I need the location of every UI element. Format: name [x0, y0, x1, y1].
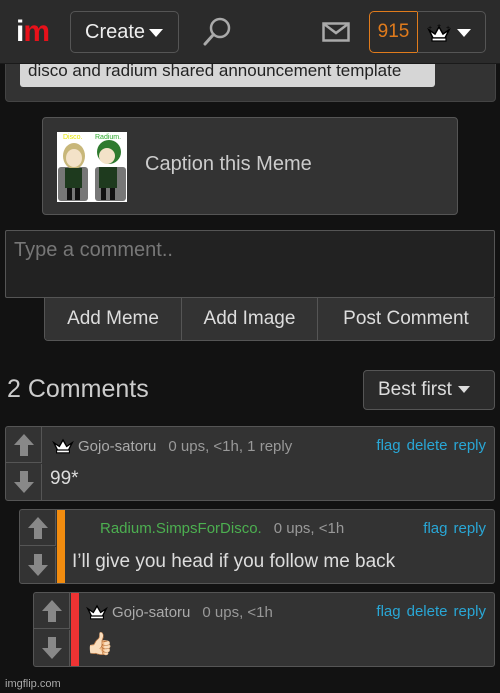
comment-header: Gojo-satoru 0 ups, <1h: [86, 603, 273, 621]
comment-username[interactable]: Gojo-satoru: [112, 604, 190, 621]
flag-link[interactable]: flag: [376, 437, 400, 454]
top-nav: im Create 915 + + +: [0, 0, 500, 64]
comment-username[interactable]: Gojo-satoru: [78, 438, 156, 455]
comment-body: I’ll give you head if you follow me back: [72, 551, 396, 572]
flag-link[interactable]: flag: [423, 520, 447, 537]
delete-link[interactable]: delete: [407, 603, 448, 620]
comment-body: 👍🏻: [86, 631, 114, 656]
comment-input[interactable]: [5, 230, 495, 298]
chevron-down-icon: [149, 28, 164, 37]
user-menu-button[interactable]: + + +: [417, 11, 486, 53]
comment-actions: flag delete reply: [370, 437, 486, 454]
imgflip-watermark: imgflip.com: [5, 678, 61, 690]
thumb-label-disco: Disco.: [63, 134, 83, 141]
create-label: Create: [85, 21, 146, 43]
downvote-button[interactable]: [20, 547, 56, 583]
svg-text:+: +: [446, 25, 450, 32]
arrow-up-icon: [13, 433, 34, 456]
arrow-up-icon: [41, 599, 62, 622]
comment: Gojo-satoru 0 ups, <1h, 1 reply flag delet…: [5, 426, 495, 501]
add-image-button[interactable]: Add Image: [182, 298, 318, 340]
comment-meta: 0 ups, <1h, 1 reply: [168, 438, 293, 455]
svg-text:+: +: [437, 24, 441, 30]
comment-header: Gojo-satoru 0 ups, <1h, 1 reply: [52, 437, 292, 455]
comment: Radium.SimpsForDisco. 0 ups, <1h flag repl…: [19, 509, 495, 584]
flag-link[interactable]: flag: [376, 603, 400, 620]
downvote-button[interactable]: [6, 464, 42, 500]
downvote-button[interactable]: [34, 630, 70, 666]
crown-icon: + + +: [427, 24, 451, 42]
search-icon[interactable]: [202, 16, 232, 48]
arrow-down-icon: [27, 554, 48, 576]
delete-link[interactable]: delete: [407, 437, 448, 454]
imgflip-logo[interactable]: im: [16, 17, 56, 47]
reply-accent-bar: [57, 510, 65, 583]
reply-link[interactable]: reply: [453, 520, 486, 537]
chevron-down-icon: [457, 386, 470, 394]
meme-thumbnail: Disco. Radium.: [57, 132, 127, 202]
comment-meta: 0 ups, <1h: [202, 604, 273, 621]
comment-meta: 0 ups, <1h: [273, 520, 345, 537]
comment-body: 99*: [50, 468, 79, 489]
comment: Gojo-satoru 0 ups, <1h flag delete reply 👍🏻: [33, 592, 495, 667]
sort-label: Best first: [378, 379, 452, 400]
arrow-down-icon: [41, 637, 62, 659]
upvote-button[interactable]: [6, 427, 42, 463]
caption-this-meme-button[interactable]: Disco. Radium. Caption this Meme: [42, 117, 458, 215]
svg-text:+: +: [428, 25, 432, 32]
crown-icon: [52, 438, 74, 454]
sort-dropdown[interactable]: Best first: [363, 370, 495, 410]
reply-link[interactable]: reply: [453, 603, 486, 620]
mail-icon[interactable]: [322, 22, 350, 42]
crown-icon: [86, 604, 108, 620]
add-meme-button[interactable]: Add Meme: [45, 298, 182, 340]
caption-label: Caption this Meme: [145, 153, 312, 175]
reply-accent-bar: [71, 593, 79, 666]
post-comment-button[interactable]: Post Comment: [318, 298, 494, 340]
composer-buttons: Add Meme Add Image Post Comment: [44, 298, 495, 341]
chevron-down-icon: [457, 29, 471, 37]
thumb-label-radium: Radium.: [95, 134, 121, 141]
arrow-down-icon: [13, 471, 34, 493]
arrow-up-icon: [27, 516, 48, 539]
points-counter[interactable]: 915: [369, 11, 418, 53]
upvote-button[interactable]: [34, 593, 70, 629]
comment-actions: flag delete reply: [370, 603, 486, 620]
comment-header: Radium.SimpsForDisco. 0 ups, <1h: [100, 520, 344, 537]
upvote-button[interactable]: [20, 510, 56, 546]
create-button[interactable]: Create: [70, 11, 179, 53]
comment-actions: flag reply: [417, 520, 486, 537]
comment-username[interactable]: Radium.SimpsForDisco.: [100, 520, 262, 537]
reply-link[interactable]: reply: [453, 437, 486, 454]
comments-count: 2 Comments: [7, 375, 149, 403]
